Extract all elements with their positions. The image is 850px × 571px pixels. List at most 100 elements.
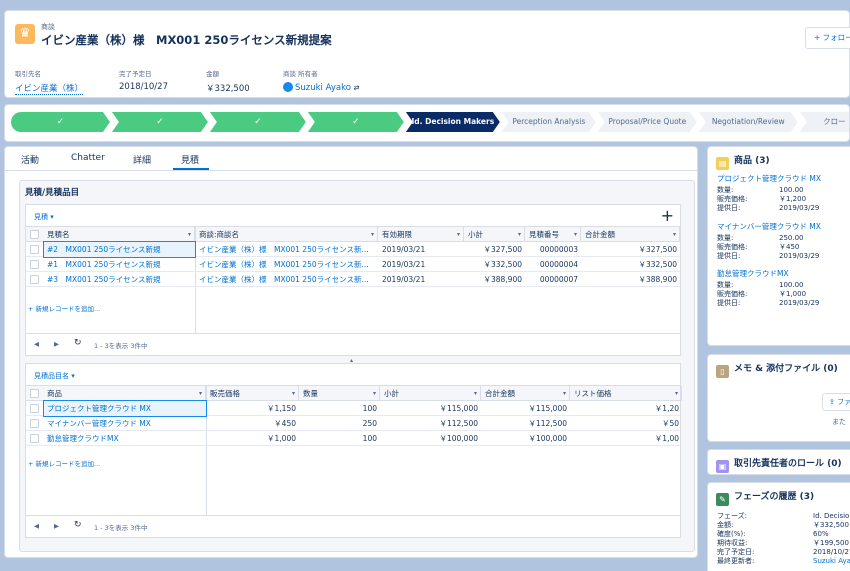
table-cell[interactable]: イビン産業（株）様 MX001 250ライセンス新...	[196, 257, 378, 272]
column-header[interactable]: 見積番号 ▾	[526, 227, 581, 242]
path-stage-6[interactable]: Perception Analysis	[502, 112, 596, 132]
quotes-view-select[interactable]: 見積 ▾	[34, 212, 54, 222]
column-header[interactable]: 小計 ▾	[381, 386, 481, 401]
select-all-checkbox[interactable]	[30, 389, 39, 398]
row-checkbox[interactable]	[30, 404, 39, 413]
products-card-title[interactable]: 商品 (3)	[734, 156, 770, 166]
prev-page-icon[interactable]: ◀	[34, 522, 39, 530]
column-header[interactable]: リスト価格 ▾	[571, 386, 682, 401]
table-cell[interactable]: ￥100,000	[381, 431, 481, 446]
table-cell[interactable]: ￥115,000	[482, 401, 570, 416]
refresh-icon[interactable]: ↻	[74, 520, 82, 530]
add-icon[interactable]: +	[661, 206, 674, 225]
table-cell[interactable]: ￥1,150	[207, 401, 299, 416]
tab-activity[interactable]: 活動	[21, 153, 39, 166]
column-menu-icon[interactable]: ▾	[292, 386, 295, 401]
next-page-icon[interactable]: ▶	[54, 522, 59, 530]
table-cell[interactable]: イビン産業（株）様 MX001 250ライセンス新...	[196, 242, 378, 257]
column-menu-icon[interactable]: ▾	[457, 227, 460, 242]
path-stage-1[interactable]: ✓	[11, 112, 110, 132]
quotes-add-new-link[interactable]: + 新規レコードを追加...	[28, 303, 100, 313]
column-header[interactable]: 数量 ▾	[300, 386, 380, 401]
table-cell[interactable]: ￥100,000	[482, 431, 570, 446]
column-header[interactable]: 見積名 ▾	[44, 227, 195, 242]
roles-card-title[interactable]: 取引先責任者のロール (0)	[734, 459, 842, 469]
column-menu-icon[interactable]: ▾	[574, 227, 577, 242]
table-cell[interactable]: ￥450	[207, 416, 299, 431]
path-stage-8[interactable]: Negotiation/Review	[699, 112, 798, 132]
column-menu-icon[interactable]: ▾	[518, 227, 521, 242]
table-cell[interactable]: 2019/03/21	[379, 257, 464, 272]
column-menu-icon[interactable]: ▾	[188, 227, 191, 242]
follow-button[interactable]: + フォロー	[805, 27, 850, 49]
column-menu-icon[interactable]: ▾	[371, 227, 374, 242]
path-stage-4[interactable]: ✓	[308, 112, 404, 132]
table-cell[interactable]: 2019/03/21	[379, 272, 464, 287]
column-header[interactable]: 有効期限 ▾	[379, 227, 464, 242]
table-cell[interactable]: 2019/03/21	[379, 242, 464, 257]
change-owner-icon[interactable]: ⇄	[354, 84, 360, 92]
path-stage-9[interactable]: クロー	[800, 112, 850, 132]
table-cell[interactable]: #2 MX001 250ライセンス新規	[43, 241, 196, 258]
tab-chatter[interactable]: Chatter	[71, 153, 105, 163]
table-cell[interactable]: 勤怠管理クラウドMX	[44, 431, 206, 446]
history-card-title[interactable]: フェーズの履歴 (3)	[734, 492, 814, 502]
table-cell[interactable]: ￥112,500	[381, 416, 481, 431]
row-checkbox[interactable]	[30, 419, 39, 428]
column-header[interactable]: 合計金額 ▾	[582, 227, 680, 242]
notes-card-title[interactable]: メモ & 添付ファイル (0)	[734, 364, 838, 374]
column-header[interactable]: 小計 ▾	[465, 227, 525, 242]
table-cell[interactable]: ￥112,500	[482, 416, 570, 431]
table-cell[interactable]: ￥1,000	[207, 431, 299, 446]
table-cell[interactable]: 00000007	[526, 272, 581, 287]
refresh-icon[interactable]: ↻	[74, 338, 82, 348]
path-stage-7[interactable]: Proposal/Price Quote	[598, 112, 697, 132]
table-cell[interactable]: 100	[300, 401, 380, 416]
product-link[interactable]: 勤怠管理クラウドMX	[717, 268, 789, 279]
table-cell[interactable]: マイナンバー管理クラウド MX	[44, 416, 206, 431]
prev-page-icon[interactable]: ◀	[34, 340, 39, 348]
column-menu-icon[interactable]: ▾	[199, 386, 202, 401]
table-cell[interactable]: 100	[300, 431, 380, 446]
table-cell[interactable]: 250	[300, 416, 380, 431]
tab-quotes[interactable]: 見積	[181, 153, 199, 166]
column-header[interactable]: 販売価格 ▾	[207, 386, 299, 401]
table-cell[interactable]: ￥327,500	[465, 242, 525, 257]
table-cell[interactable]: ￥327,500	[582, 242, 680, 257]
table-cell[interactable]: ￥388,900	[465, 272, 525, 287]
next-page-icon[interactable]: ▶	[54, 340, 59, 348]
select-all-checkbox[interactable]	[30, 230, 39, 239]
upload-files-button[interactable]: ⇪ ファ	[822, 393, 850, 411]
table-cell[interactable]: 00000004	[526, 257, 581, 272]
tab-details[interactable]: 詳細	[133, 153, 151, 166]
column-header[interactable]: 合計金額 ▾	[482, 386, 570, 401]
column-menu-icon[interactable]: ▾	[474, 386, 477, 401]
table-cell[interactable]: ￥50	[571, 416, 682, 431]
row-checkbox[interactable]	[30, 245, 39, 254]
table-cell[interactable]: ￥115,000	[381, 401, 481, 416]
table-cell[interactable]: #3 MX001 250ライセンス新規	[44, 272, 195, 287]
column-menu-icon[interactable]: ▾	[675, 386, 678, 401]
column-menu-icon[interactable]: ▾	[373, 386, 376, 401]
table-cell[interactable]: ￥332,500	[582, 257, 680, 272]
table-cell[interactable]: イビン産業（株）様 MX001 250ライセンス新...	[196, 272, 378, 287]
row-checkbox[interactable]	[30, 434, 39, 443]
column-menu-icon[interactable]: ▾	[563, 386, 566, 401]
column-menu-icon[interactable]: ▾	[673, 227, 676, 242]
product-link[interactable]: マイナンバー管理クラウド MX	[717, 221, 821, 232]
table-cell[interactable]: ￥1,20	[571, 401, 682, 416]
product-link[interactable]: プロジェクト管理クラウド MX	[717, 173, 821, 184]
owner-link[interactable]: Suzuki Ayako	[295, 83, 351, 93]
row-checkbox[interactable]	[30, 260, 39, 269]
table-cell[interactable]: ￥1,00	[571, 431, 682, 446]
table-cell[interactable]: ￥332,500	[465, 257, 525, 272]
path-stage-2[interactable]: ✓	[112, 112, 208, 132]
lines-add-new-link[interactable]: + 新規レコードを追加...	[28, 458, 100, 468]
path-stage-3[interactable]: ✓	[210, 112, 306, 132]
column-header[interactable]: 商品 ▾	[44, 386, 206, 401]
table-cell[interactable]: #1 MX001 250ライセンス新規	[44, 257, 195, 272]
path-stage-5[interactable]: Id. Decision Makers	[406, 112, 500, 132]
table-cell[interactable]: プロジェクト管理クラウド MX	[43, 400, 207, 417]
lines-view-select[interactable]: 見積品目名 ▾	[34, 371, 75, 381]
column-header[interactable]: 商談:商談名 ▾	[196, 227, 378, 242]
